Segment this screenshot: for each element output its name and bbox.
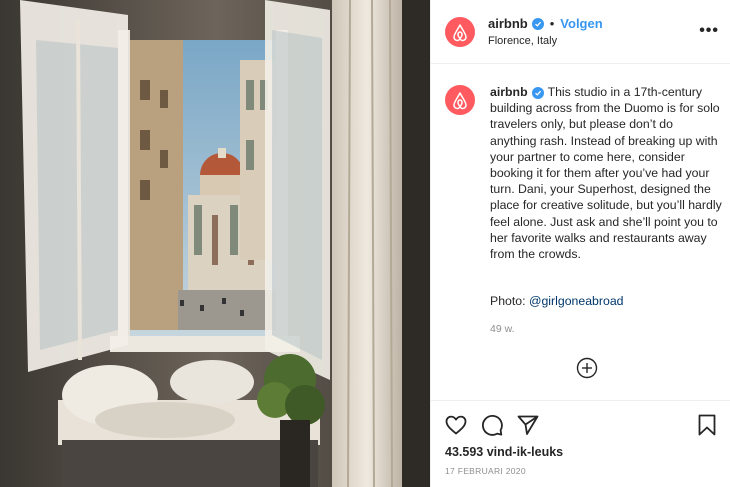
avatar[interactable]: [445, 17, 475, 47]
photo-credit: Photo: @girlgoneabroad: [490, 294, 624, 308]
separator-dot: •: [549, 16, 555, 31]
post-header: airbnb • Volgen Florence, Italy •••: [431, 0, 730, 64]
location-link[interactable]: Florence, Italy: [488, 35, 557, 47]
heart-icon[interactable]: [444, 413, 468, 437]
post-age[interactable]: 49 w.: [490, 323, 515, 335]
photo-credit-prefix: Photo:: [490, 294, 529, 308]
comment-icon[interactable]: [480, 413, 504, 437]
verified-badge-icon: [531, 17, 544, 30]
caption-text-block: airbnb This studio in a 17th-century buil…: [490, 84, 722, 262]
more-options-icon[interactable]: •••: [699, 22, 719, 40]
bookmark-icon[interactable]: [695, 413, 719, 437]
airbnb-logo-icon: [453, 91, 467, 109]
airbnb-logo-icon: [453, 23, 467, 41]
caption-avatar[interactable]: [445, 85, 475, 115]
follow-button[interactable]: Volgen: [560, 16, 602, 31]
verified-badge-icon: [531, 87, 544, 99]
post-date: 17 FEBRUARI 2020: [445, 466, 526, 476]
post-photo[interactable]: [0, 0, 430, 487]
photo-credit-handle-link[interactable]: @girlgoneabroad: [529, 294, 624, 308]
caption-username[interactable]: airbnb: [490, 85, 528, 99]
plus-circle-icon[interactable]: [576, 357, 598, 379]
post-actions: 43.593 vind-ik-leuks 17 FEBRUARI 2020: [431, 400, 730, 487]
caption-section: airbnb This studio in a 17th-century buil…: [431, 64, 730, 400]
send-icon[interactable]: [516, 413, 540, 437]
post-details-panel: airbnb • Volgen Florence, Italy ••• airb…: [430, 0, 730, 487]
username[interactable]: airbnb: [488, 16, 528, 31]
like-count[interactable]: 43.593 vind-ik-leuks: [445, 445, 563, 459]
header-user-line: airbnb • Volgen: [488, 16, 603, 31]
caption-text: This studio in a 17th-century building a…: [490, 85, 722, 262]
window-view-image: [0, 0, 430, 487]
